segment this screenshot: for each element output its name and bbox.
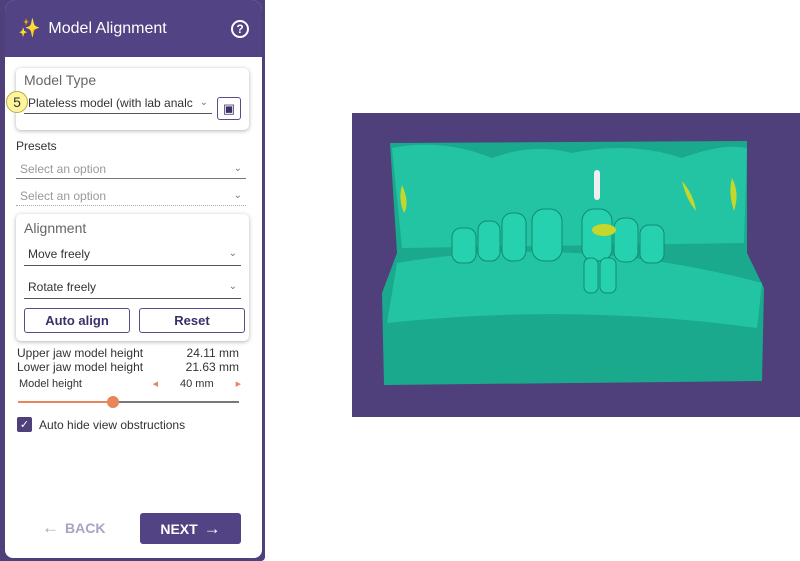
- chevron-down-icon: ⌄: [199, 97, 208, 108]
- move-select[interactable]: Move freely ⌄: [24, 242, 241, 266]
- preset-select-2[interactable]: Select an option ⌄: [16, 186, 246, 206]
- tooth: [613, 217, 639, 263]
- checkbox-checked-icon[interactable]: ✓: [17, 417, 32, 432]
- arrow-right-icon: →: [203, 518, 221, 538]
- alignment-card: Alignment Move freely ⌄ Rotate freely ⌄ Au…: [16, 214, 249, 341]
- increase-arrow-icon[interactable]: ▶: [236, 380, 241, 388]
- preset-placeholder: Select an option: [20, 161, 107, 176]
- model-type-select[interactable]: Plateless model (with lab analc ⌄: [24, 92, 212, 114]
- upper-jaw: [392, 144, 747, 248]
- tooth: [501, 212, 527, 262]
- save-icon[interactable]: ▣: [217, 97, 241, 120]
- step-badge: 5: [6, 91, 28, 113]
- upper-jaw-row: Upper jaw model height 24.11 mm: [17, 346, 239, 360]
- side-panel: ✨ Model Alignment ? Model Type Plateless…: [0, 0, 265, 561]
- rotate-select[interactable]: Rotate freely ⌄: [24, 275, 241, 299]
- upper-jaw-label: Upper jaw model height: [17, 346, 144, 360]
- alignment-title: Alignment: [24, 220, 87, 236]
- model-height-slider[interactable]: [18, 395, 239, 409]
- 3d-viewport[interactable]: [352, 113, 800, 417]
- tooth: [639, 224, 665, 264]
- lab-analog-marker: [592, 224, 616, 236]
- decrease-arrow-icon[interactable]: ◀: [153, 380, 158, 388]
- tooth: [477, 220, 501, 262]
- magic-wand-icon: ✨: [18, 18, 41, 38]
- dental-model-render: [382, 141, 764, 385]
- preset-select-1[interactable]: Select an option ⌄: [16, 159, 246, 179]
- preset-placeholder: Select an option: [20, 188, 107, 203]
- tooth: [599, 257, 617, 294]
- next-button[interactable]: NEXT →: [140, 513, 241, 544]
- analog-pin: [594, 170, 600, 200]
- upper-jaw-value: 24.11 mm: [186, 346, 239, 360]
- slider-thumb[interactable]: [107, 396, 120, 408]
- model-type-title: Model Type: [24, 72, 97, 88]
- tooth: [583, 257, 599, 294]
- auto-align-button[interactable]: Auto align: [24, 308, 130, 333]
- model-type-value: Plateless model (with lab analc: [28, 95, 193, 110]
- panel-content: ✨ Model Alignment ? Model Type Plateless…: [5, 0, 262, 558]
- chevron-down-icon: ⌄: [233, 190, 242, 201]
- help-icon[interactable]: ?: [231, 19, 249, 38]
- reset-button[interactable]: Reset: [139, 308, 245, 333]
- model-type-card: Model Type Plateless model (with lab ana…: [16, 68, 249, 130]
- page-title: Model Alignment: [48, 19, 167, 37]
- back-button[interactable]: ← BACK: [42, 518, 105, 538]
- model-height-row: Model height ◀ 40 mm ▶: [19, 378, 241, 390]
- tooth: [451, 227, 477, 264]
- model-height-label: Model height: [19, 378, 82, 390]
- arrow-left-icon: ←: [42, 518, 59, 537]
- rotate-value: Rotate freely: [28, 279, 97, 294]
- panel-header: ✨ Model Alignment ?: [5, 0, 262, 57]
- auto-hide-label: Auto hide view obstructions: [39, 417, 186, 432]
- lower-jaw-value: 21.63 mm: [185, 360, 239, 374]
- chevron-down-icon: ⌄: [228, 281, 237, 292]
- auto-hide-checkbox-row[interactable]: ✓ Auto hide view obstructions: [17, 417, 185, 432]
- lower-jaw-label: Lower jaw model height: [17, 360, 144, 374]
- chevron-down-icon: ⌄: [228, 248, 237, 259]
- next-label: NEXT: [160, 520, 198, 537]
- tooth: [531, 208, 563, 262]
- back-label: BACK: [65, 520, 106, 536]
- lower-jaw-row: Lower jaw model height 21.63 mm: [17, 360, 239, 374]
- slider-fill: [18, 401, 114, 403]
- chevron-down-icon: ⌄: [233, 163, 242, 174]
- move-value: Move freely: [28, 246, 91, 261]
- presets-label: Presets: [16, 139, 57, 153]
- model-height-value: 40 mm: [179, 378, 214, 390]
